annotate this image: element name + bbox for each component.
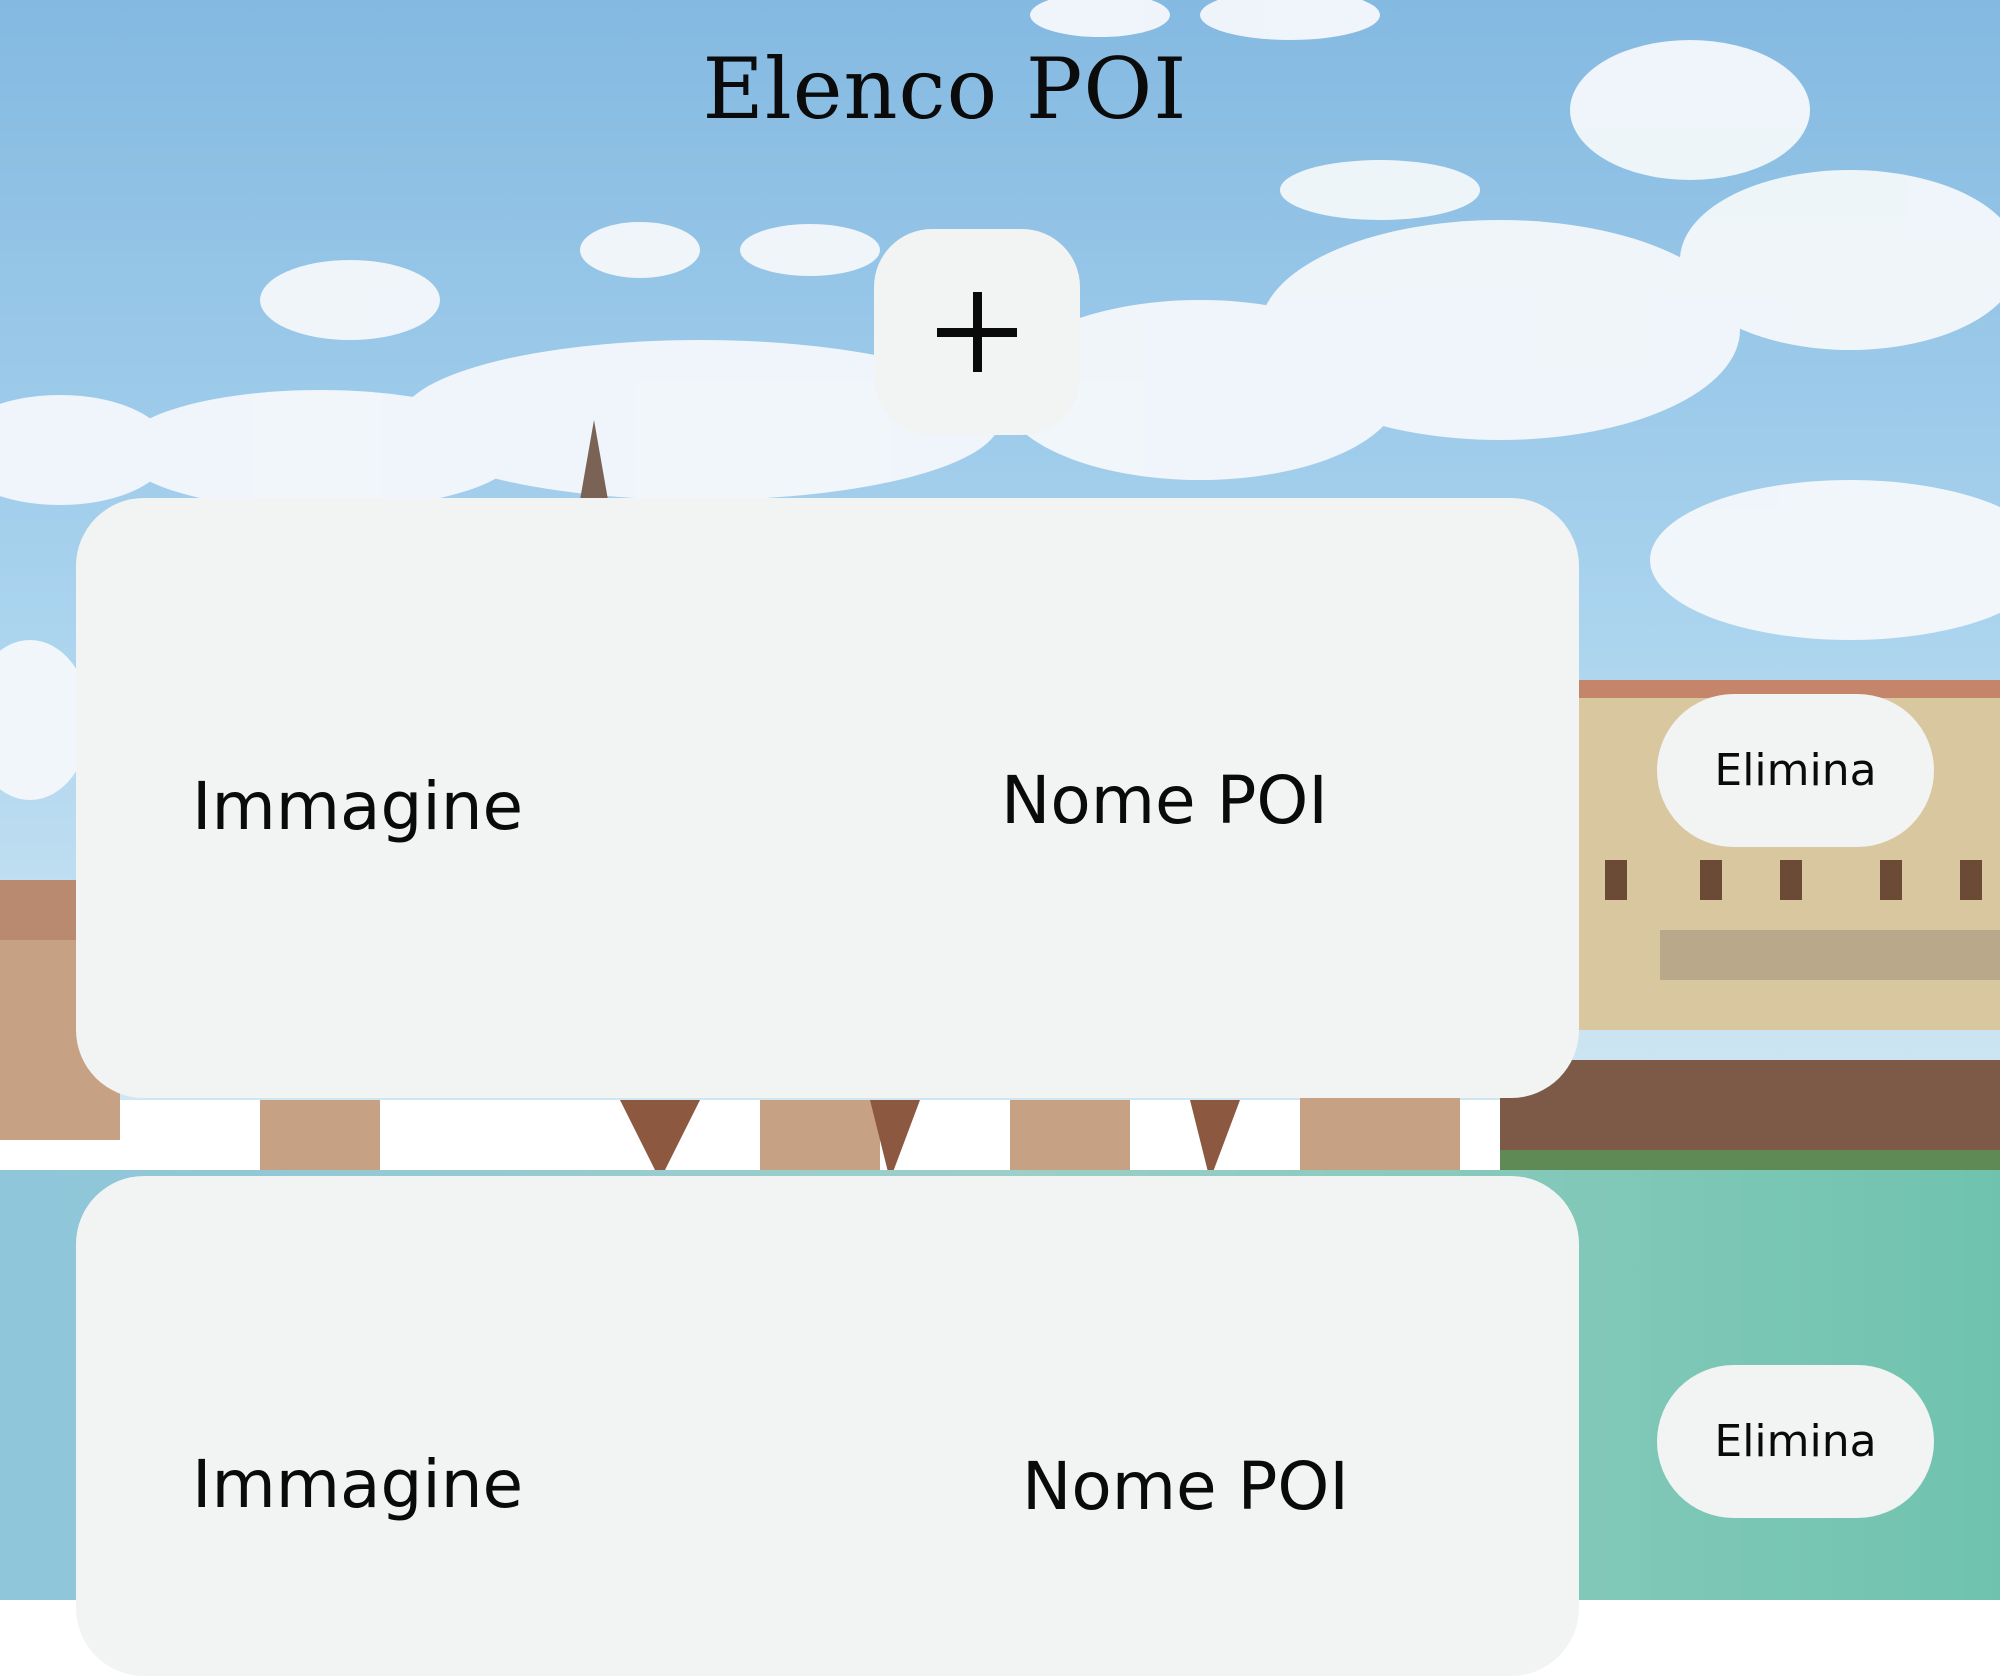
delete-poi-button[interactable]: Elimina	[1657, 1365, 1934, 1518]
plus-icon	[937, 292, 1017, 372]
poi-card[interactable]: Immagine Nome POI	[76, 1176, 1579, 1676]
poi-name: Nome POI	[1022, 1448, 1349, 1525]
poi-name: Nome POI	[1001, 762, 1328, 839]
delete-poi-button[interactable]: Elimina	[1657, 694, 1934, 847]
add-poi-button[interactable]	[874, 229, 1080, 435]
page-title: Elenco POI	[702, 40, 1188, 138]
poi-image-placeholder: Immagine	[192, 1446, 524, 1523]
poi-card[interactable]: Immagine Nome POI	[76, 498, 1579, 1098]
poi-image-placeholder: Immagine	[192, 768, 524, 845]
